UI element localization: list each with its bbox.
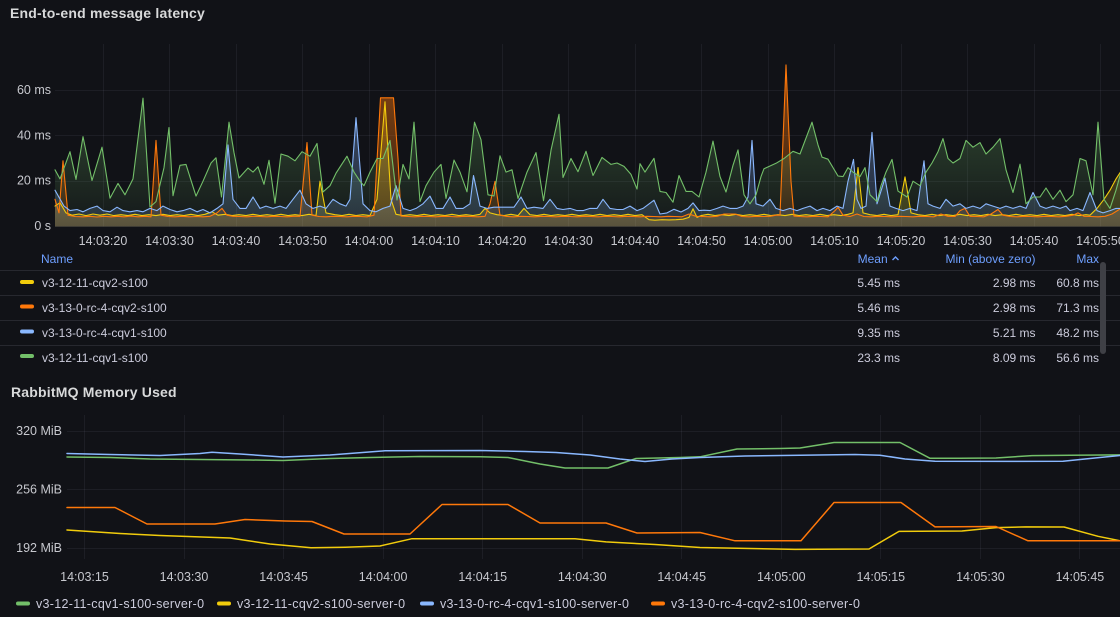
svg-text:14:03:40: 14:03:40	[212, 234, 261, 248]
svg-text:14:04:40: 14:04:40	[611, 234, 660, 248]
svg-text:192 MiB: 192 MiB	[16, 541, 62, 555]
svg-text:14:04:30: 14:04:30	[544, 234, 593, 248]
svg-text:14:05:40: 14:05:40	[1010, 234, 1059, 248]
svg-text:v3-13-0-rc-4-cqv1-s100-server-: v3-13-0-rc-4-cqv1-s100-server-0	[440, 597, 629, 611]
svg-text:14:03:30: 14:03:30	[160, 570, 209, 584]
svg-text:14:03:30: 14:03:30	[145, 234, 194, 248]
svg-text:14:03:15: 14:03:15	[60, 570, 109, 584]
svg-text:14:05:00: 14:05:00	[744, 234, 793, 248]
svg-text:40 ms: 40 ms	[17, 128, 51, 142]
svg-text:14:04:10: 14:04:10	[411, 234, 460, 248]
svg-text:14:03:50: 14:03:50	[278, 234, 327, 248]
svg-text:60 ms: 60 ms	[17, 83, 51, 97]
svg-text:14:05:00: 14:05:00	[757, 570, 806, 584]
svg-text:14:05:20: 14:05:20	[877, 234, 926, 248]
svg-text:256 MiB: 256 MiB	[16, 483, 62, 497]
svg-text:320 MiB: 320 MiB	[16, 424, 62, 438]
svg-text:14:04:00: 14:04:00	[359, 570, 408, 584]
svg-text:14:03:45: 14:03:45	[259, 570, 308, 584]
svg-text:14:05:50: 14:05:50	[1076, 234, 1120, 248]
svg-text:20 ms: 20 ms	[17, 174, 51, 188]
svg-text:14:05:30: 14:05:30	[956, 570, 1005, 584]
svg-text:14:04:20: 14:04:20	[478, 234, 527, 248]
svg-text:14:04:50: 14:04:50	[677, 234, 726, 248]
svg-text:v3-12-11-cqv2-s100-server-0: v3-12-11-cqv2-s100-server-0	[237, 597, 405, 611]
svg-text:14:05:10: 14:05:10	[810, 234, 859, 248]
svg-text:14:05:45: 14:05:45	[1056, 570, 1105, 584]
svg-text:v3-13-0-rc-4-cqv2-s100-server-: v3-13-0-rc-4-cqv2-s100-server-0	[671, 597, 860, 611]
svg-text:14:05:15: 14:05:15	[856, 570, 905, 584]
svg-text:14:04:30: 14:04:30	[558, 570, 607, 584]
svg-text:v3-12-11-cqv1-s100-server-0: v3-12-11-cqv1-s100-server-0	[36, 597, 204, 611]
svg-text:14:05:30: 14:05:30	[943, 234, 992, 248]
svg-text:14:04:15: 14:04:15	[458, 570, 507, 584]
svg-text:14:04:00: 14:04:00	[345, 234, 394, 248]
svg-text:0 s: 0 s	[34, 219, 51, 233]
svg-text:14:03:20: 14:03:20	[79, 234, 128, 248]
svg-text:14:04:45: 14:04:45	[657, 570, 706, 584]
